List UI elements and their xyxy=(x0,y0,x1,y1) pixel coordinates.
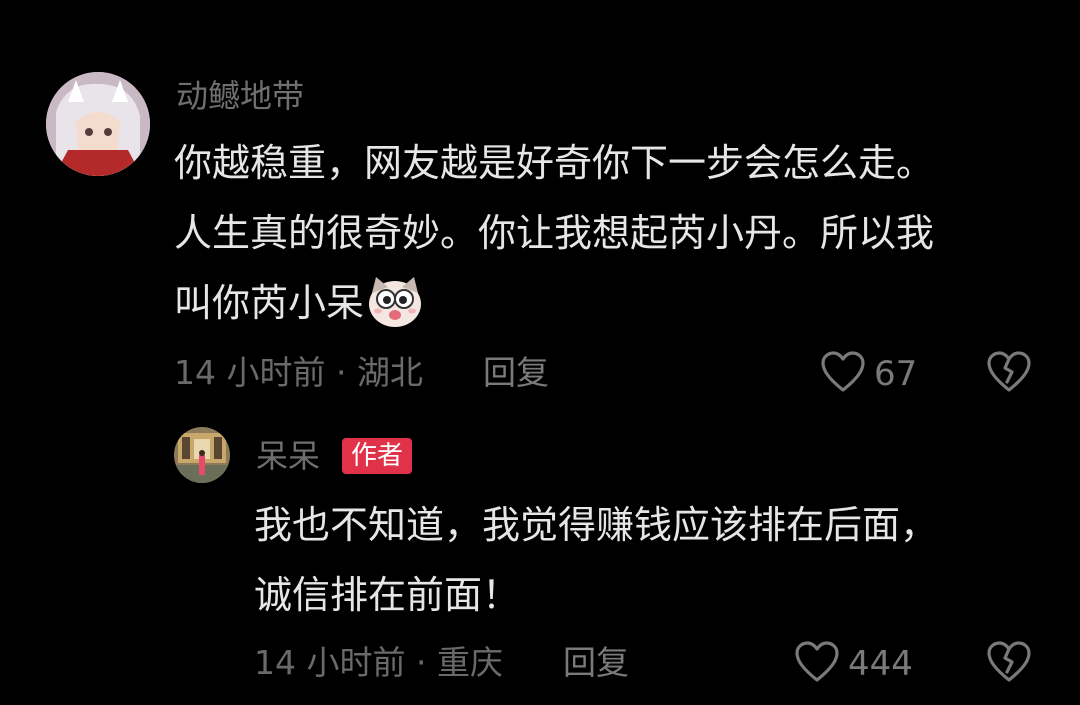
comment-meta: 14 小时前 · 湖北 xyxy=(174,353,423,392)
heart-outline-icon xyxy=(820,350,866,398)
like-count: 67 xyxy=(874,354,918,394)
comment-line: 人生真的很奇妙。你让我想起芮小丹。所以我 xyxy=(174,211,935,255)
like-button[interactable]: 444 xyxy=(794,640,913,688)
like-count: 444 xyxy=(848,644,913,684)
comment-line: 诚信排在前面！ xyxy=(254,573,521,617)
like-button[interactable]: 67 xyxy=(820,350,917,398)
broken-heart-icon[interactable] xyxy=(986,640,1032,688)
comment-line-text: 叫你芮小呆 xyxy=(174,281,365,325)
comment-meta: 14 小时前 · 重庆 xyxy=(254,643,503,682)
reply-button[interactable]: 回复 xyxy=(563,646,629,679)
reply-button[interactable]: 回复 xyxy=(483,356,549,389)
heart-outline-icon xyxy=(794,640,840,688)
comment-line: 我也不知道，我觉得赚钱应该排在后面， xyxy=(254,503,939,547)
avatar[interactable] xyxy=(174,427,230,483)
username[interactable]: 动鳡地带 xyxy=(176,80,304,112)
cat-face-emoji-icon xyxy=(366,273,424,331)
avatar[interactable] xyxy=(46,72,150,176)
broken-heart-icon[interactable] xyxy=(986,350,1032,398)
comment-line: 你越稳重，网友越是好奇你下一步会怎么走。 xyxy=(174,141,935,185)
comment-text: 你越稳重，网友越是好奇你下一步会怎么走。 人生真的很奇妙。你让我想起芮小丹。所以… xyxy=(174,128,934,338)
comment-line: 叫你芮小呆 xyxy=(174,268,934,338)
username[interactable]: 呆呆 xyxy=(256,440,320,472)
author-badge: 作者 xyxy=(342,438,413,474)
comment-text: 我也不知道，我觉得赚钱应该排在后面， 诚信排在前面！ xyxy=(254,490,938,630)
